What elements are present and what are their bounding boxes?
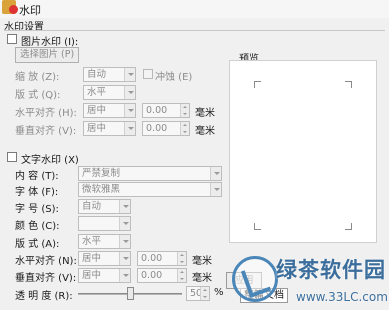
spinner-arrows-icon [177, 252, 186, 265]
picture-valign-unit: 毫米 [195, 126, 215, 137]
text-halign-offset: 0.00 [141, 253, 163, 264]
picture-halign-offset-spinner[interactable]: 0.00 [142, 103, 190, 118]
select-picture-button[interactable]: 选择图片 (P) [15, 47, 80, 63]
scale-value: 自动 [87, 69, 107, 80]
size-value: 自动 [82, 201, 102, 212]
transparency-unit: % [214, 287, 224, 298]
text-watermark-label: 文字水印 (X) [21, 155, 79, 166]
chevron-down-icon [119, 269, 130, 282]
picture-layout-label: 版 式 (Q): [15, 90, 61, 101]
picture-watermark-checkbox[interactable] [7, 34, 17, 44]
title-bar: 水印 [0, 0, 389, 18]
picture-valign-label: 垂直对齐 (V): [15, 126, 77, 137]
color-label: 颜 色 (C): [15, 221, 60, 232]
section-divider [4, 30, 385, 31]
spinner-arrows-icon [200, 287, 209, 300]
size-select[interactable]: 自动 [78, 199, 131, 214]
site-watermark: 绿茶软件园 www.33LC.com [232, 252, 389, 310]
picture-valign-offset: 0.00 [146, 123, 168, 134]
picture-halign-label: 水平对齐 (H): [15, 108, 77, 119]
washout-checkbox[interactable] [143, 69, 153, 79]
text-valign-value: 居中 [82, 270, 102, 281]
text-halign-offset-spinner[interactable]: 0.00 [137, 251, 187, 266]
window-title: 水印 [19, 4, 41, 17]
chevron-down-icon [119, 235, 130, 248]
picture-layout-select[interactable]: 水平 [83, 85, 136, 100]
scale-label: 缩 放 (Z): [15, 72, 60, 83]
washout-label: 冲蚀 (E) [155, 72, 193, 83]
chevron-down-icon [124, 122, 135, 135]
text-halign-label: 水平对齐 (N): [15, 256, 77, 267]
picture-layout-value: 水平 [87, 87, 107, 98]
text-halign-select[interactable]: 居中 [78, 251, 131, 266]
picture-valign-offset-spinner[interactable]: 0.00 [142, 121, 190, 136]
page-corner-mark [345, 81, 352, 88]
picture-halign-value: 居中 [87, 105, 107, 116]
content-label: 内 容 (T): [15, 171, 59, 182]
spinner-arrows-icon [180, 104, 189, 117]
font-value: 微软雅黑 [82, 184, 121, 195]
picture-valign-select[interactable]: 居中 [83, 121, 136, 136]
chevron-down-icon [210, 167, 221, 180]
picture-halign-select[interactable]: 居中 [83, 103, 136, 118]
transparency-spinner[interactable]: 50 [186, 286, 210, 301]
text-valign-select[interactable]: 居中 [78, 268, 131, 283]
page-corner-mark [345, 223, 352, 230]
chevron-down-icon [119, 217, 130, 230]
text-valign-offset-spinner[interactable]: 0.00 [137, 268, 187, 283]
text-layout-value: 水平 [82, 236, 102, 247]
font-select[interactable]: 微软雅黑 [78, 182, 222, 197]
text-valign-label: 垂直对齐 (V): [15, 273, 77, 284]
site-watermark-brand: 绿茶软件园 [276, 258, 386, 282]
text-layout-label: 版 式 (A): [15, 239, 60, 250]
text-layout-select[interactable]: 水平 [78, 234, 131, 249]
chevron-down-icon [124, 104, 135, 117]
picture-halign-offset: 0.00 [146, 105, 168, 116]
picture-watermark-label: 图片水印 (I): [21, 37, 79, 48]
text-valign-unit: 毫米 [192, 273, 212, 284]
transparency-label: 透 明 度 (R): [15, 291, 73, 302]
content-value: 严禁复制 [82, 168, 121, 179]
color-select[interactable] [78, 216, 131, 231]
text-halign-value: 居中 [82, 253, 102, 264]
app-icon [2, 0, 18, 14]
chevron-down-icon [124, 86, 135, 99]
content-select[interactable]: 严禁复制 [78, 166, 222, 181]
spinner-arrows-icon [177, 269, 186, 282]
preview-pane [229, 60, 377, 243]
text-valign-offset: 0.00 [141, 270, 163, 281]
site-watermark-url: www.33LC.com [296, 290, 388, 304]
page-corner-mark [254, 223, 261, 230]
picture-valign-value: 居中 [87, 123, 107, 134]
chevron-down-icon [119, 252, 130, 265]
size-label: 字 号 (S): [15, 204, 59, 215]
picture-halign-unit: 毫米 [195, 108, 215, 119]
page-corner-mark [254, 81, 261, 88]
transparency-slider-thumb[interactable] [127, 287, 134, 300]
text-halign-unit: 毫米 [192, 256, 212, 267]
font-label: 字 体 (F): [15, 187, 59, 198]
chevron-down-icon [119, 200, 130, 213]
site-logo-icon [232, 256, 278, 302]
text-watermark-checkbox[interactable] [7, 152, 17, 162]
chevron-down-icon [124, 68, 135, 81]
scale-select[interactable]: 自动 [83, 67, 136, 82]
chevron-down-icon [210, 183, 221, 196]
spinner-arrows-icon [180, 122, 189, 135]
